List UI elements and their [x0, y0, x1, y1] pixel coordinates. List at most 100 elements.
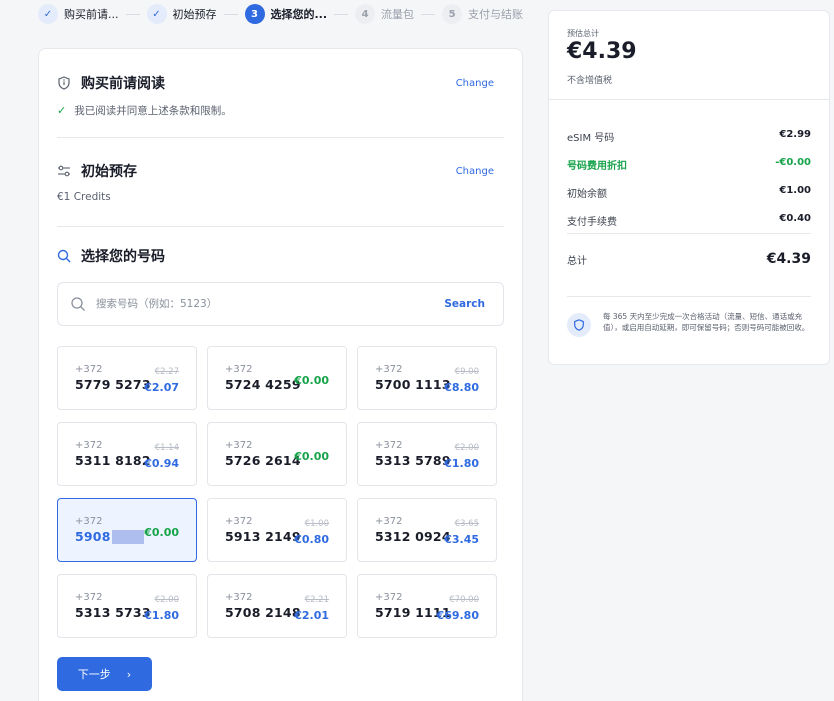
country-code: +372: [75, 592, 103, 603]
number-price: €1.80: [444, 457, 479, 470]
original-price: €2.00: [154, 595, 179, 605]
step-connector: [334, 13, 349, 15]
line-value: €2.99: [779, 129, 811, 140]
line-number-discount: 号码费用折扣 -€0.00: [567, 157, 811, 172]
number-price: €2.07: [144, 381, 179, 394]
section-divider: [57, 137, 504, 138]
line-payment-fee: 支付手续费 €0.40: [567, 213, 811, 228]
info-shield-icon: [57, 76, 71, 90]
original-price: €70.00: [449, 595, 479, 605]
line-esim-number: eSIM 号码 €2.99: [567, 129, 811, 144]
number-price: €8.80: [444, 381, 479, 394]
phone-number: 5908: [75, 529, 111, 544]
number-price: €0.00: [294, 450, 329, 463]
number-search-box: Search: [57, 282, 504, 326]
number-price: €2.01: [294, 609, 329, 622]
country-code: +372: [375, 592, 403, 603]
estimated-total-label: 预估总计: [567, 29, 599, 38]
checkout-main-card: 购买前请阅读 Change ✓ 我已阅读并同意上述条款和限制。 初始预存 Cha…: [38, 48, 523, 701]
line-value: €1.00: [779, 185, 811, 196]
number-option-card[interactable]: +372 5719 1111 €70.00 €69.80: [357, 574, 497, 638]
step-choose-number[interactable]: 3 选择您的...: [244, 4, 327, 24]
checkout-stepper: ✓ 购买前请... ✓ 初始预存 3 选择您的... 4 流量包 5 支付与结账: [38, 4, 528, 24]
chevron-right-icon: ›: [126, 667, 132, 681]
number-option-card[interactable]: +372 5311 8182 €1.14 €0.94: [57, 422, 197, 486]
redacted-digits: [112, 530, 144, 544]
country-code: +372: [75, 364, 103, 375]
search-icon: [70, 296, 86, 312]
step-payment[interactable]: 5 支付与结账: [442, 4, 523, 24]
number-option-card[interactable]: +372 5313 5789 €2.00 €1.80: [357, 422, 497, 486]
number-option-card[interactable]: +372 5726 2614 €0.00: [207, 422, 347, 486]
number-option-card[interactable]: +372 5708 2148 €2.21 €2.01: [207, 574, 347, 638]
step-number: 4: [355, 4, 376, 24]
number-price: €1.80: [144, 609, 179, 622]
section-divider: [57, 226, 504, 227]
change-read-link[interactable]: Change: [456, 78, 494, 89]
country-code: +372: [375, 364, 403, 375]
line-label: 号码费用折扣: [567, 161, 627, 172]
phone-number: 5313 5733: [75, 605, 151, 620]
grand-total-label: 总计: [567, 255, 587, 267]
number-price: €69.80: [436, 609, 479, 622]
step-deposit[interactable]: ✓ 初始预存: [146, 4, 217, 24]
original-price: €1.14: [154, 443, 179, 453]
section-deposit: 初始预存 Change €1 Credits: [57, 161, 504, 203]
phone-number: 5913 2149: [225, 529, 301, 544]
step-connector: [223, 13, 238, 15]
summary-divider: [567, 233, 811, 234]
number-option-card[interactable]: +372 5700 1113 €9.00 €8.80: [357, 346, 497, 410]
original-price: €9.00: [454, 367, 479, 377]
step-data-pack[interactable]: 4 流量包: [355, 4, 414, 24]
step-label: 流量包: [381, 8, 415, 21]
number-price: €0.80: [294, 533, 329, 546]
phone-number: 5312 0924: [375, 529, 451, 544]
section-read: 购买前请阅读 Change ✓ 我已阅读并同意上述条款和限制。: [57, 73, 504, 118]
sliders-icon: [57, 164, 71, 178]
phone-number: 5779 5273: [75, 377, 151, 392]
order-summary-card: 预估总计 €4.39 不含增值税 eSIM 号码 €2.99 号码费用折扣 -€…: [548, 10, 830, 365]
country-code: +372: [375, 516, 403, 527]
summary-divider: [567, 296, 811, 297]
number-search-input[interactable]: [96, 298, 445, 310]
country-code: +372: [75, 516, 103, 527]
number-option-card[interactable]: +372 5913 2149 €1.00 €0.80: [207, 498, 347, 562]
retention-notice: 每 365 天内至少完成一次合格活动（流量、短信、通话或充值），或启用自动延期，…: [567, 311, 811, 337]
step-label: 初始预存: [172, 8, 217, 21]
section-title: 购买前请阅读: [81, 76, 165, 92]
phone-number: 5708 2148: [225, 605, 301, 620]
step-connector: [421, 13, 436, 15]
line-label: 初始余额: [567, 189, 607, 200]
number-option-card[interactable]: +372 5312 0924 €3.65 €3.45: [357, 498, 497, 562]
summary-divider: [549, 99, 829, 100]
phone-number: 5724 4259: [225, 377, 301, 392]
next-step-button[interactable]: 下一步 ›: [57, 657, 152, 691]
line-label: eSIM 号码: [567, 133, 615, 144]
estimated-total-value: €4.39: [567, 39, 637, 64]
country-code: +372: [375, 440, 403, 451]
section-title: 选择您的号码: [81, 249, 165, 265]
step-label: 支付与结账: [468, 8, 524, 21]
step-number: 3: [244, 4, 265, 24]
phone-number: 5313 5789: [375, 453, 451, 468]
original-price: €1.00: [304, 519, 329, 529]
step-read[interactable]: ✓ 购买前请...: [38, 4, 119, 24]
original-price: €3.65: [454, 519, 479, 529]
terms-confirmation: ✓ 我已阅读并同意上述条款和限制。: [57, 103, 504, 118]
number-option-card[interactable]: +372 5313 5733 €2.00 €1.80: [57, 574, 197, 638]
check-icon: ✓: [146, 4, 167, 24]
country-code: +372: [75, 440, 103, 451]
original-price: €2.00: [454, 443, 479, 453]
number-option-card[interactable]: +372 5908 €0.00: [57, 498, 197, 562]
retention-notice-text: 每 365 天内至少完成一次合格活动（流量、短信、通话或充值），或启用自动延期，…: [603, 312, 810, 332]
change-deposit-link[interactable]: Change: [456, 166, 494, 177]
search-button[interactable]: Search: [444, 298, 485, 310]
check-icon: ✓: [57, 104, 67, 117]
number-price: €0.94: [144, 457, 179, 470]
number-option-card[interactable]: +372 5724 4259 €0.00: [207, 346, 347, 410]
line-initial-balance: 初始余额 €1.00: [567, 185, 811, 200]
number-grid: +372 5779 5273 €2.27 €2.07 +372 5724 4259 €0.0…: [57, 346, 498, 638]
number-option-card[interactable]: +372 5779 5273 €2.27 €2.07: [57, 346, 197, 410]
next-step-label: 下一步: [77, 668, 111, 681]
original-price: €2.27: [154, 367, 179, 377]
